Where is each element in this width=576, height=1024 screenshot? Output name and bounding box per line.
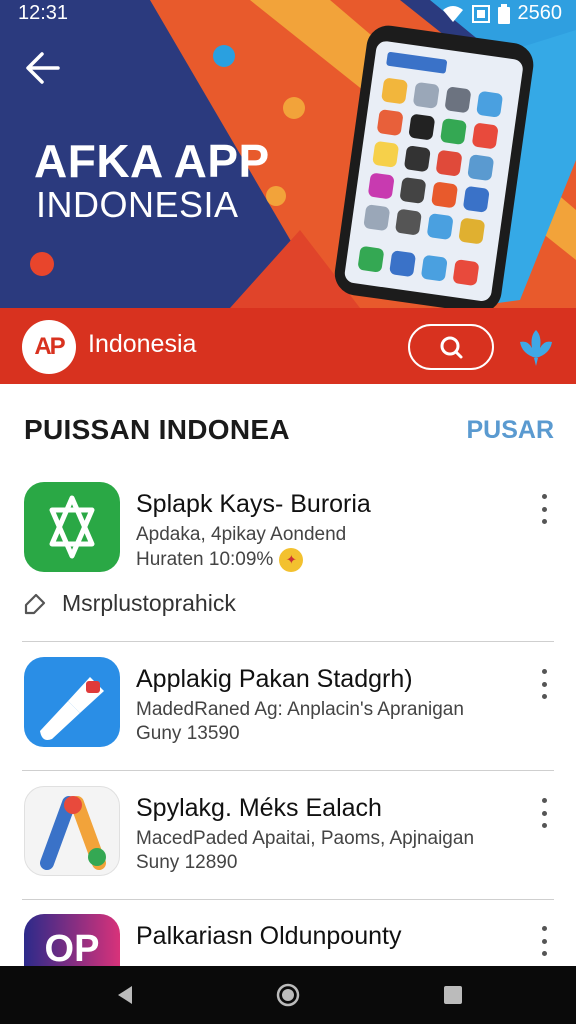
wifi-icon xyxy=(442,5,463,22)
signal-icon xyxy=(471,4,490,23)
list-item[interactable]: Spylakg. Méks Ealach MacedPaded Apaitai,… xyxy=(0,786,576,886)
list-item[interactable]: Splapk Kays- Buroria Apdaka, 4pikay Aond… xyxy=(0,482,576,582)
back-arrow-icon[interactable] xyxy=(22,46,66,90)
app-icon-3 xyxy=(24,786,120,876)
star-icon xyxy=(49,495,95,559)
more-options-icon[interactable] xyxy=(536,669,552,699)
tag-row[interactable]: Msrplustoprahick xyxy=(22,590,236,617)
letter-a-icon xyxy=(40,796,106,870)
hero-subtitle: INDONESIA xyxy=(36,184,239,225)
app-name: Spylakg. Méks Ealach xyxy=(136,794,382,822)
system-nav-bar xyxy=(0,966,576,1024)
app-meta: Guny 13590 xyxy=(136,723,240,744)
nav-recents-icon[interactable] xyxy=(438,980,468,1010)
section-action-link[interactable]: PUSAR xyxy=(466,416,554,445)
divider xyxy=(22,641,554,642)
status-bar: 12:31 2560 xyxy=(0,0,576,28)
app-icon-2 xyxy=(24,657,120,747)
app-meta: Huraten 10:09% ✦ xyxy=(136,548,304,572)
battery-icon xyxy=(497,3,510,24)
search-button[interactable] xyxy=(408,324,494,370)
section-title: PUISSAN INDONEA xyxy=(24,414,290,445)
app-icon-1 xyxy=(24,482,120,572)
app-icon-4: OP xyxy=(24,914,120,966)
hero-banner: 12:31 2560 AFKA APP INDONESIA xyxy=(0,0,576,308)
hero-title: AFKA APP xyxy=(34,135,270,187)
app-name: Palkariasn Oldunpounty xyxy=(136,922,402,950)
app-description: MacedPaded Apaitai, Paoms, Apjnaigan xyxy=(136,828,475,849)
toolbar: AP Indonesia xyxy=(0,308,576,384)
more-options-icon[interactable] xyxy=(536,798,552,828)
tag-label: Msrplustoprahick xyxy=(62,590,236,616)
toolbar-label: Indonesia xyxy=(88,330,197,358)
app-name: Splapk Kays- Buroria xyxy=(136,490,371,518)
divider xyxy=(22,899,554,900)
app-logo[interactable]: AP xyxy=(22,320,76,374)
status-time: 12:31 xyxy=(18,2,69,24)
app-name: Applakig Pakan Stadgrh) xyxy=(136,665,413,693)
app-description: MadedRaned Ag: Anplacin's Apranigan xyxy=(136,699,464,720)
divider xyxy=(22,770,554,771)
list-item[interactable]: Applakig Pakan Stadgrh) MadedRaned Ag: A… xyxy=(0,657,576,757)
tag-icon xyxy=(24,593,46,614)
more-options-icon[interactable] xyxy=(536,494,552,524)
status-icons: 2560 xyxy=(442,2,563,25)
more-options-icon[interactable] xyxy=(536,926,552,956)
app-description: Apdaka, 4pikay Aondend xyxy=(136,524,347,545)
search-icon xyxy=(440,336,463,359)
app-meta-text: Huraten 10:09% xyxy=(136,549,274,570)
paint-icon xyxy=(40,677,104,740)
battery-text: 2560 xyxy=(517,2,563,24)
nav-back-icon[interactable] xyxy=(110,980,140,1010)
nav-home-icon[interactable] xyxy=(273,980,303,1010)
app-meta: Suny 12890 xyxy=(136,852,238,873)
list-item[interactable]: OP Palkariasn Oldunpounty xyxy=(0,914,576,966)
badge-icon: ✦ xyxy=(279,548,304,572)
bird-icon[interactable] xyxy=(516,328,556,368)
